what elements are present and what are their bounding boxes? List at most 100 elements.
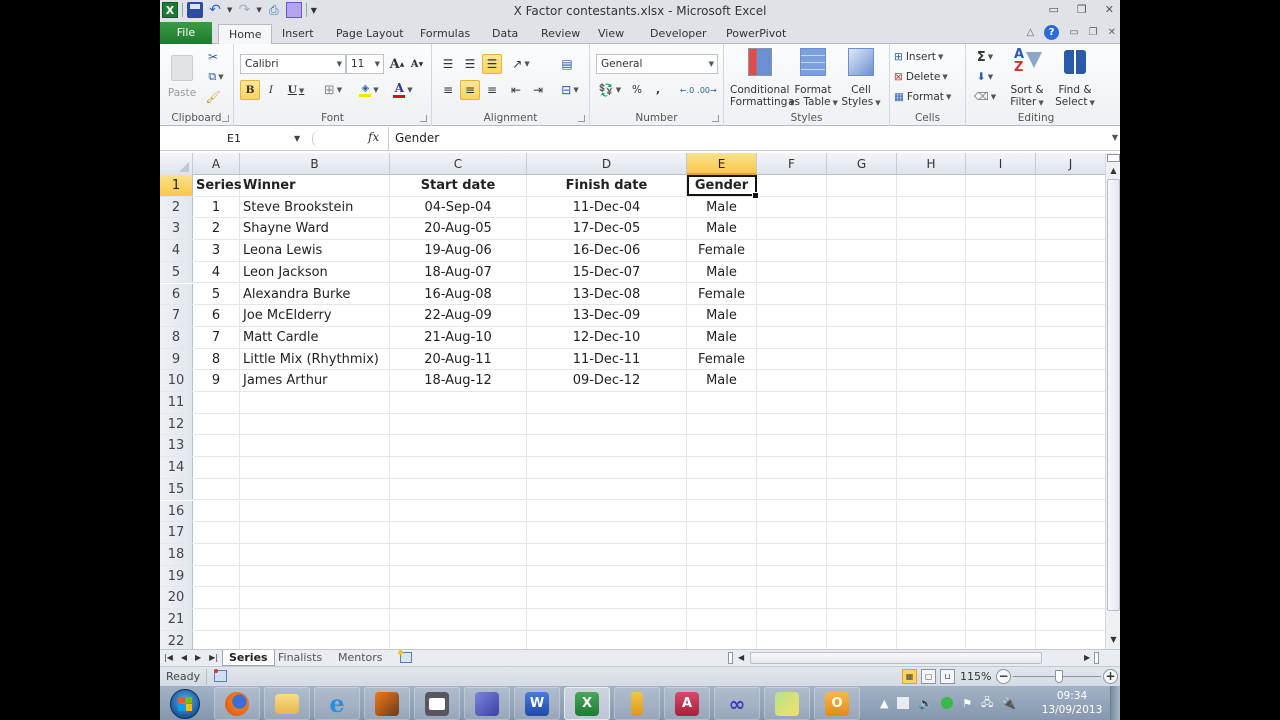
taskbar-clock[interactable]: 09:34 13/09/2013 bbox=[1040, 689, 1104, 717]
tab-home[interactable]: Home bbox=[218, 24, 273, 45]
cell-f15[interactable] bbox=[757, 478, 827, 500]
cell-a19[interactable] bbox=[193, 565, 240, 587]
cell-e16[interactable] bbox=[687, 500, 757, 522]
cell-i19[interactable] bbox=[966, 565, 1036, 587]
decrease-indent-button[interactable]: ⇤ bbox=[506, 80, 526, 100]
cell-f10[interactable] bbox=[757, 370, 827, 391]
workbook-close-icon[interactable]: ✕ bbox=[1108, 27, 1116, 38]
cell-j3[interactable] bbox=[1036, 218, 1105, 239]
cell-d7[interactable]: 13-Dec-09 bbox=[527, 305, 687, 326]
cell-b15[interactable] bbox=[240, 478, 390, 500]
zoom-level[interactable]: 115% bbox=[960, 669, 991, 685]
cell-g19[interactable] bbox=[827, 565, 897, 587]
cell-b16[interactable] bbox=[240, 500, 390, 522]
cell-j14[interactable] bbox=[1036, 457, 1105, 478]
cell-f4[interactable] bbox=[757, 240, 827, 261]
cell-c14[interactable] bbox=[390, 457, 527, 478]
orientation-button[interactable]: ↗ ▼ bbox=[508, 54, 534, 74]
cell-c1[interactable]: Start date bbox=[390, 175, 527, 196]
cell-c21[interactable] bbox=[390, 609, 527, 630]
row-header[interactable]: 10 bbox=[160, 370, 193, 391]
cell-g10[interactable] bbox=[827, 370, 897, 391]
cell-h22[interactable] bbox=[897, 630, 966, 649]
cell-i12[interactable] bbox=[966, 413, 1036, 435]
cell-h9[interactable] bbox=[897, 348, 966, 370]
name-box[interactable]: E1 bbox=[164, 129, 304, 149]
cell-g22[interactable] bbox=[827, 630, 897, 649]
cut-button[interactable]: ✂ bbox=[204, 48, 222, 66]
cell-i18[interactable] bbox=[966, 543, 1036, 565]
tab-split-handle[interactable] bbox=[728, 652, 733, 664]
volume-icon[interactable]: 🔈 bbox=[918, 697, 932, 710]
row-header[interactable]: 15 bbox=[160, 478, 193, 500]
cell-a16[interactable] bbox=[193, 500, 240, 522]
row-header[interactable]: 1 bbox=[160, 175, 193, 196]
taskbar-sql-tool[interactable] bbox=[614, 687, 660, 720]
cell-a21[interactable] bbox=[193, 609, 240, 630]
cell-c9[interactable]: 20-Aug-11 bbox=[390, 348, 527, 370]
cell-h8[interactable] bbox=[897, 326, 966, 348]
grow-font-button[interactable]: A ▲ bbox=[388, 54, 406, 74]
cell-h16[interactable] bbox=[897, 500, 966, 522]
cell-g3[interactable] bbox=[827, 218, 897, 240]
taskbar-outlook[interactable]: O bbox=[814, 687, 860, 720]
cell-c10[interactable]: 18-Aug-12 bbox=[390, 370, 527, 391]
page-layout-view-icon[interactable]: ▢ bbox=[921, 669, 936, 684]
middle-align-button[interactable]: ☰ bbox=[460, 54, 480, 74]
cell-a20[interactable] bbox=[193, 587, 240, 608]
comma-style-button[interactable]: , bbox=[650, 80, 666, 100]
cell-h3[interactable] bbox=[897, 218, 966, 240]
scroll-left-icon[interactable]: ◀ bbox=[738, 651, 744, 665]
cell-c18[interactable] bbox=[390, 543, 527, 565]
alignment-launcher-icon[interactable] bbox=[578, 115, 585, 122]
spreadsheet-grid[interactable]: ABCDEFGHIJ 1 Series Winner Start date Finish… bbox=[160, 153, 1105, 649]
sort-filter-button[interactable]: AZ Sort & Filter ▼ bbox=[1004, 46, 1050, 108]
cell-e11[interactable] bbox=[687, 392, 757, 413]
cell-e15[interactable] bbox=[687, 478, 757, 500]
tab-page-layout[interactable]: Page Layout bbox=[326, 24, 414, 44]
cell-f5[interactable] bbox=[757, 261, 827, 283]
scroll-down-icon[interactable]: ▼ bbox=[1106, 633, 1120, 647]
cell-d21[interactable] bbox=[527, 609, 687, 630]
cell-f1[interactable] bbox=[757, 175, 827, 196]
cell-a15[interactable] bbox=[193, 478, 240, 500]
cell-f13[interactable] bbox=[757, 435, 827, 457]
cell-g7[interactable] bbox=[827, 305, 897, 326]
italic-button[interactable]: I bbox=[262, 80, 280, 100]
tray-window-icon[interactable] bbox=[897, 697, 910, 709]
cell-a10[interactable]: 9 bbox=[193, 370, 240, 391]
cell-d8[interactable]: 12-Dec-10 bbox=[527, 326, 687, 348]
column-header-a[interactable]: A bbox=[193, 153, 240, 175]
tab-view[interactable]: View bbox=[588, 24, 634, 44]
workbook-restore-icon[interactable]: ❐ bbox=[1089, 27, 1098, 38]
cell-a1[interactable]: Series bbox=[193, 175, 242, 196]
show-hidden-icons-icon[interactable]: ▲ bbox=[880, 697, 888, 710]
cell-i9[interactable] bbox=[966, 348, 1036, 370]
split-box-icon[interactable] bbox=[1094, 652, 1099, 664]
cell-f19[interactable] bbox=[757, 565, 827, 587]
row-header[interactable]: 4 bbox=[160, 240, 193, 261]
sheet-tab-mentors[interactable]: Mentors bbox=[332, 650, 389, 666]
cell-g11[interactable] bbox=[827, 392, 897, 413]
cell-e7[interactable]: Male bbox=[687, 305, 757, 326]
row-header[interactable]: 14 bbox=[160, 457, 193, 478]
scroll-up-icon[interactable]: ▲ bbox=[1106, 164, 1120, 178]
taskbar-word[interactable]: W bbox=[514, 687, 560, 720]
cell-i6[interactable] bbox=[966, 283, 1036, 305]
cell-f21[interactable] bbox=[757, 609, 827, 630]
cell-i8[interactable] bbox=[966, 326, 1036, 348]
cell-b22[interactable] bbox=[240, 630, 390, 649]
cell-d17[interactable] bbox=[527, 522, 687, 543]
cell-j4[interactable] bbox=[1036, 240, 1105, 261]
cell-e4[interactable]: Female bbox=[687, 240, 757, 261]
cell-j6[interactable] bbox=[1036, 284, 1105, 305]
cell-i20[interactable] bbox=[966, 587, 1036, 608]
cell-j1[interactable] bbox=[1036, 175, 1105, 196]
column-header-i[interactable]: I bbox=[966, 153, 1036, 175]
zoom-out-icon[interactable]: − bbox=[996, 669, 1011, 684]
conditional-formatting-button[interactable]: Conditional Formatting ▼ bbox=[730, 46, 795, 108]
minimize-icon[interactable]: ▭ bbox=[1049, 3, 1059, 16]
column-header-d[interactable]: D bbox=[527, 153, 687, 175]
percent-button[interactable]: % bbox=[628, 80, 646, 100]
cell-a18[interactable] bbox=[193, 543, 240, 565]
